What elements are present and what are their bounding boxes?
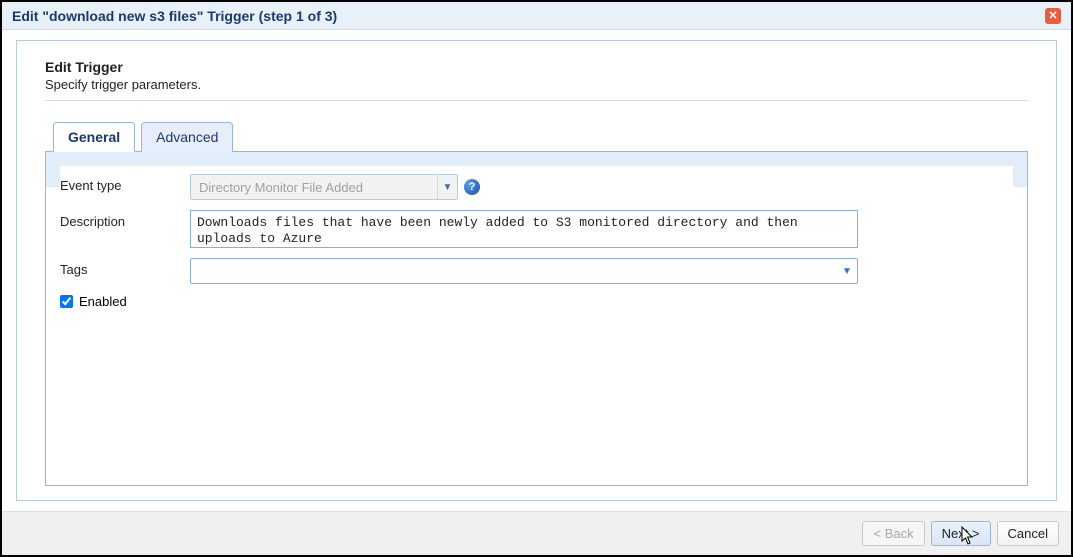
back-button: < Back bbox=[862, 521, 924, 546]
title-bar: Edit "download new s3 files" Trigger (st… bbox=[2, 2, 1071, 30]
cancel-button[interactable]: Cancel bbox=[997, 521, 1059, 546]
page-subtitle: Specify trigger parameters. bbox=[45, 77, 1028, 92]
tab-body: Event type Directory Monitor File Added … bbox=[45, 151, 1028, 486]
tab-general[interactable]: General bbox=[53, 122, 135, 152]
tags-select[interactable]: ▼ bbox=[190, 258, 858, 284]
divider bbox=[45, 100, 1028, 101]
tags-label: Tags bbox=[60, 258, 190, 277]
event-type-select[interactable]: Directory Monitor File Added ▼ bbox=[190, 174, 458, 200]
wizard-panel: Edit Trigger Specify trigger parameters.… bbox=[16, 40, 1057, 501]
next-button-label: Next > bbox=[942, 526, 980, 541]
footer-bar: < Back Next > Cancel bbox=[2, 511, 1071, 555]
description-input[interactable] bbox=[190, 210, 858, 248]
description-label: Description bbox=[60, 210, 190, 229]
close-icon[interactable]: ✕ bbox=[1045, 8, 1061, 24]
event-type-value: Directory Monitor File Added bbox=[191, 180, 437, 195]
page-title: Edit Trigger bbox=[45, 59, 1028, 75]
help-icon[interactable]: ? bbox=[464, 179, 480, 195]
enabled-checkbox[interactable] bbox=[60, 295, 73, 308]
chevron-down-icon[interactable]: ▼ bbox=[437, 175, 457, 199]
tab-strip: General Advanced bbox=[53, 121, 1028, 151]
tab-advanced[interactable]: Advanced bbox=[141, 122, 233, 152]
enabled-label: Enabled bbox=[79, 294, 127, 309]
chevron-down-icon[interactable]: ▼ bbox=[837, 259, 857, 283]
next-button[interactable]: Next > bbox=[931, 521, 991, 546]
window-title: Edit "download new s3 files" Trigger (st… bbox=[12, 8, 337, 24]
content-area: Edit Trigger Specify trigger parameters.… bbox=[2, 30, 1071, 511]
tags-value bbox=[191, 259, 837, 283]
event-type-label: Event type bbox=[60, 174, 190, 193]
